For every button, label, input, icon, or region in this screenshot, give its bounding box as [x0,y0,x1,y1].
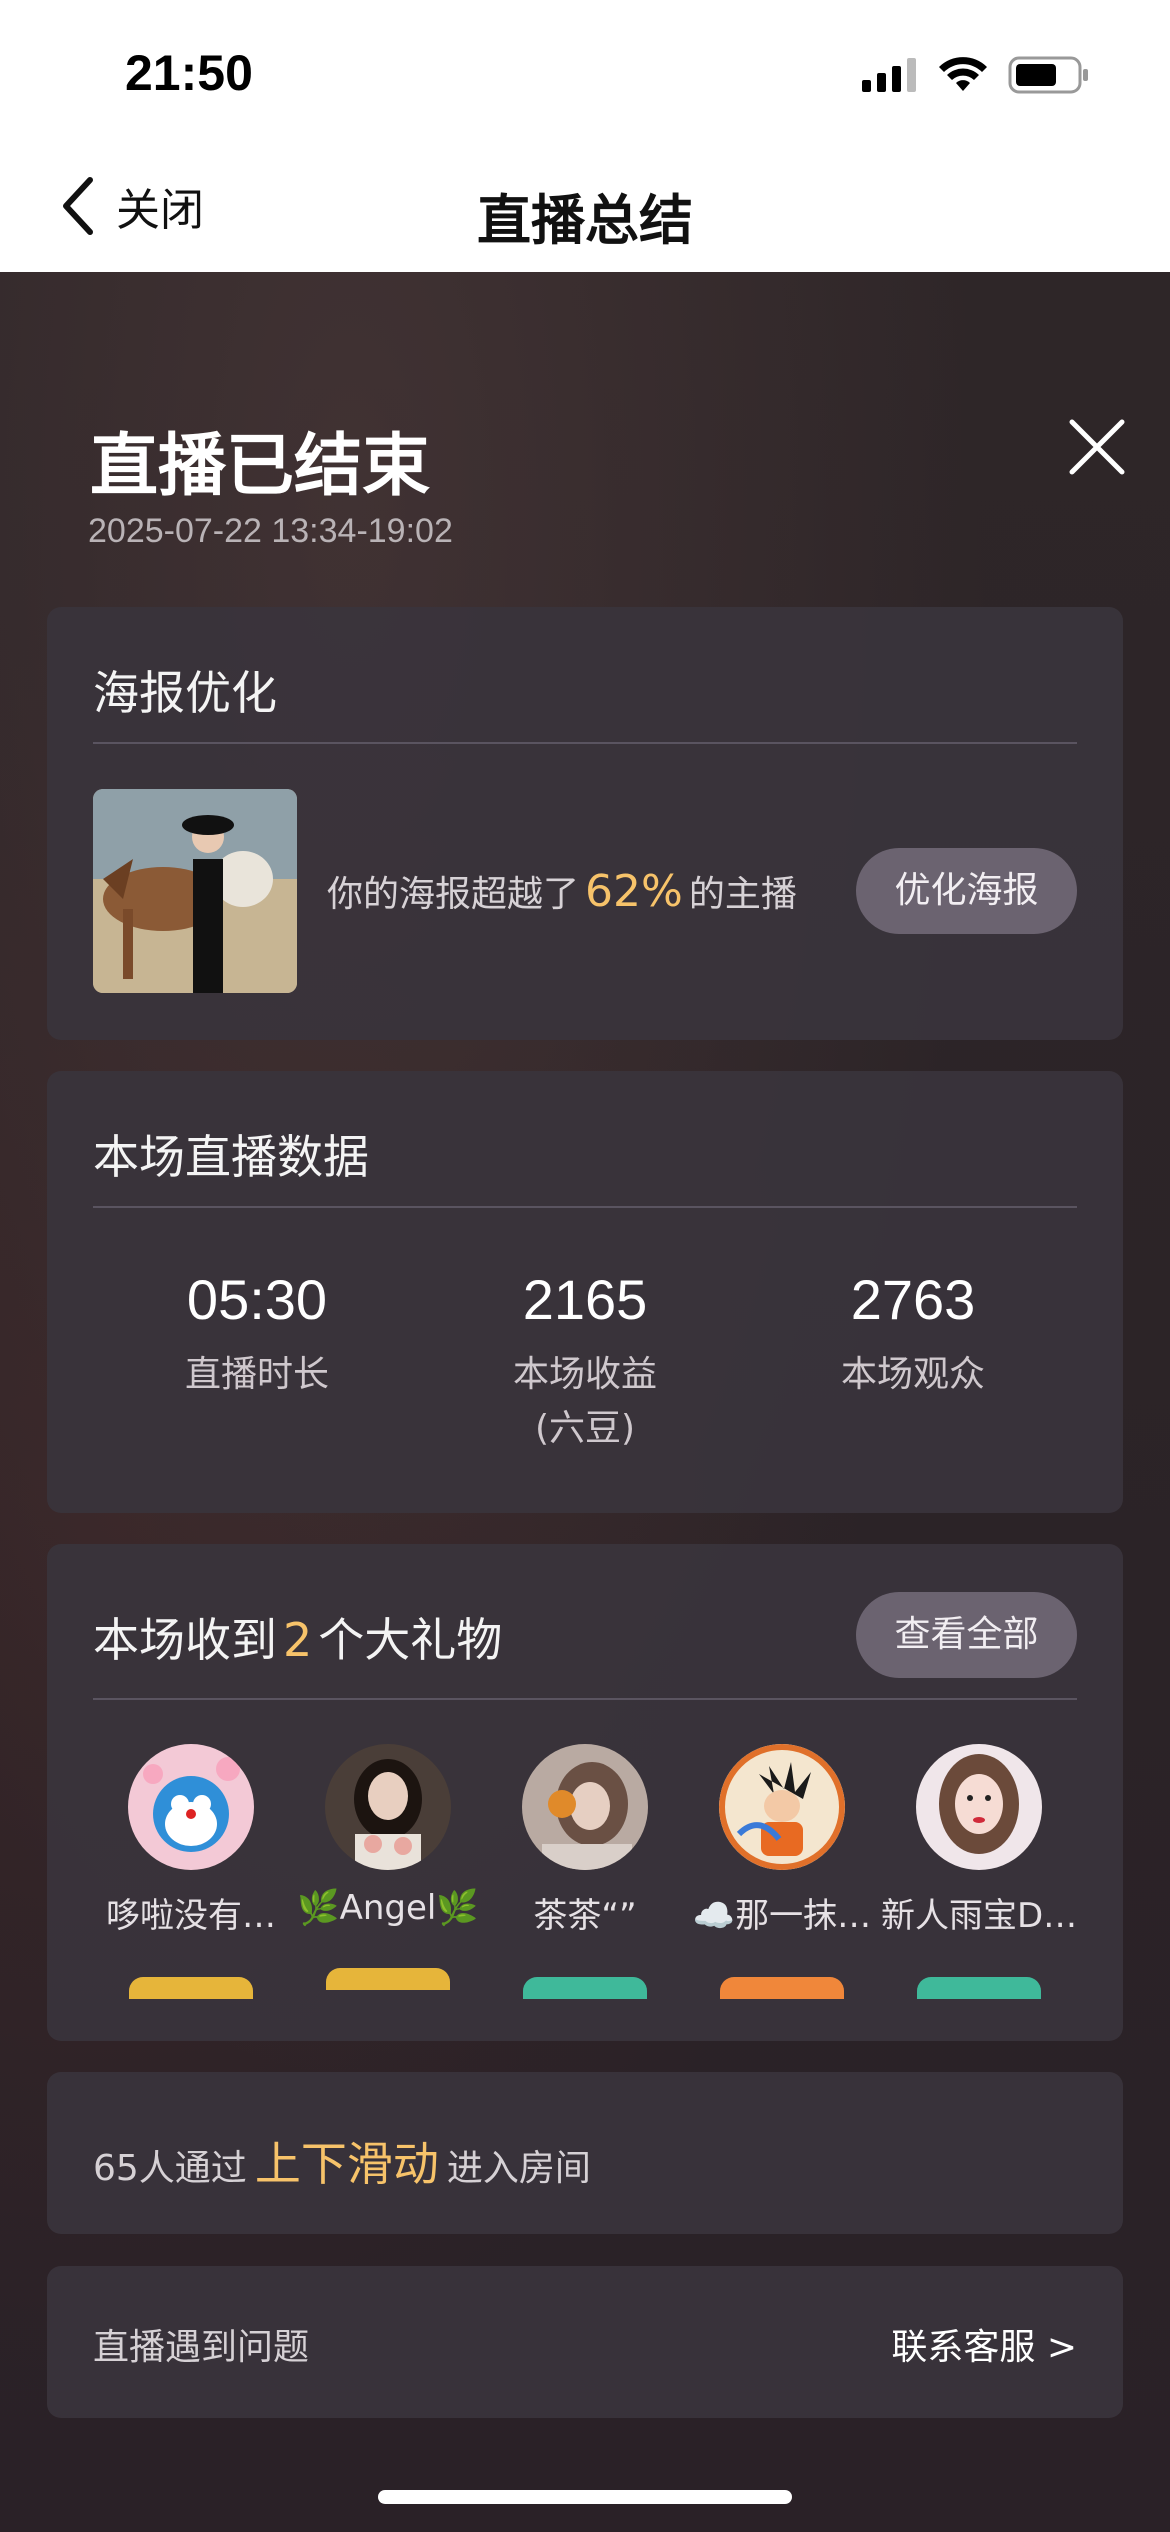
level-badge [523,1977,647,1999]
stat-value: 05:30 [186,1268,328,1331]
gift-user[interactable]: 🌿Angel🌿 [290,1744,486,1990]
status-icons [862,56,1090,94]
swipe-entry-text: 65人通过 上下滑动 进入房间 [93,2128,591,2194]
avatar [719,1744,845,1870]
poster-card: 海报优化 你的海报超越了 62% 的主播 优化海报 [47,607,1123,1040]
nav-bar: 直播总结 关闭 [0,140,1170,272]
live-problem-label: 直播遇到问题 [93,2327,310,2368]
stat-label: 直播时长 [184,1354,329,1395]
wifi-icon [939,57,987,91]
swipe-prefix: 65人通过 [93,2148,247,2189]
back-button[interactable]: 关闭 [60,176,204,236]
gift-user[interactable]: ☁️那一抹… [684,1744,880,1999]
gift-user[interactable]: 新人雨宝D… [881,1744,1077,1999]
battery-icon [1008,56,1088,94]
gift-user-name: 茶茶“” [533,1896,637,1936]
level-badge [129,1977,253,1999]
level-badge [917,1977,1041,1999]
gift-user-name: 🌿Angel🌿 [297,1888,479,1928]
gift-user[interactable]: 哆啦没有… [93,1744,289,1999]
big-gifts-card: 本场收到2个大礼物 查看全部 哆啦没有… � [47,1544,1123,2041]
optimize-poster-button[interactable]: 优化海报 [856,848,1077,934]
avatar [325,1744,451,1870]
signal-icon [862,58,916,92]
avatar [916,1744,1042,1870]
chevron-left-icon [63,177,93,235]
stat-label: 本场收益 (六豆) [512,1354,657,1449]
swipe-entry-card: 65人通过 上下滑动 进入房间 [47,2072,1123,2234]
poster-rank-text: 你的海报超越了 62% 的主播 [327,865,797,917]
view-all-button[interactable]: 查看全部 [856,1592,1077,1678]
poster-text-suffix: 的主播 [688,874,797,915]
gifts-title-prefix: 本场收到 [93,1613,277,1667]
status-time: 21:50 [125,45,253,101]
stat-viewers: 2763 本场观众 [763,1267,1063,1402]
poster-card-title: 海报优化 [93,666,277,720]
gift-user-name: 哆啦没有… [106,1896,276,1936]
close-icon[interactable] [1068,418,1126,476]
live-ended-title: 直播已结束 [90,427,431,506]
home-indicator[interactable] [378,2490,792,2504]
stat-value: 2165 [522,1268,648,1331]
swipe-highlight: 上下滑动 [254,2137,439,2191]
live-time-range: 2025-07-22 13:34-19:02 [88,512,453,550]
gifts-title-suffix: 个大礼物 [318,1613,503,1667]
poster-text-prefix: 你的海报超越了 [327,874,580,915]
stat-earnings: 2165 本场收益 (六豆) [435,1267,735,1456]
status-bar: 21:50 [0,0,1170,140]
poster-percent: 62% [585,866,683,917]
stat-value: 2763 [850,1268,976,1331]
live-problem-card: 直播遇到问题 联系客服 > [47,2266,1123,2418]
stat-label: 本场观众 [840,1354,985,1395]
level-badge [720,1977,844,1999]
contact-support-link[interactable]: 联系客服 > [891,2318,1077,2370]
stat-duration: 05:30 直播时长 [107,1267,407,1402]
gift-user[interactable]: 茶茶“” [487,1744,683,1999]
stats-card-title: 本场直播数据 [93,1130,369,1184]
gifts-card-title: 本场收到 2 个大礼物 [93,1604,502,1670]
avatar [128,1744,254,1870]
poster-thumbnail[interactable] [93,789,297,993]
swipe-suffix: 进入房间 [446,2148,591,2189]
back-label: 关闭 [116,185,204,236]
gifts-count: 2 [283,1613,313,1667]
level-badge [326,1968,450,1990]
live-stats-card: 本场直播数据 05:30 直播时长 2165 本场收益 (六豆) 2763 本场… [47,1071,1123,1513]
gift-user-name: 新人雨宝D… [881,1896,1077,1936]
divider [93,1698,1077,1700]
divider [93,1206,1077,1208]
gift-user-name: ☁️那一抹… [692,1896,872,1936]
divider [93,742,1077,744]
avatar [522,1744,648,1870]
